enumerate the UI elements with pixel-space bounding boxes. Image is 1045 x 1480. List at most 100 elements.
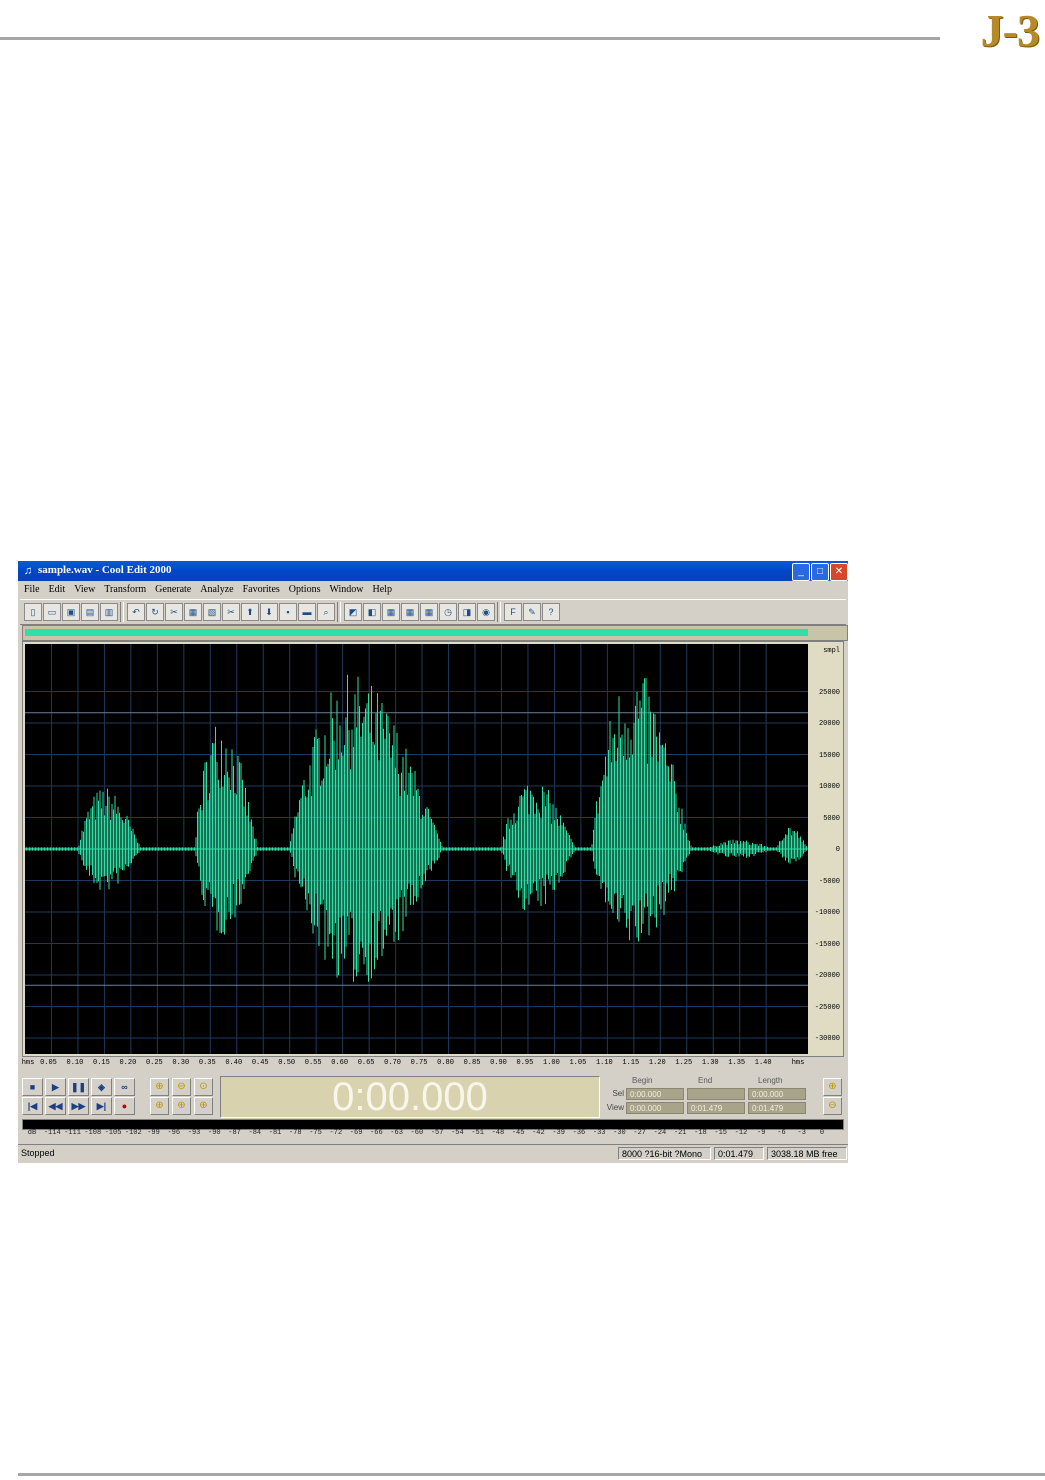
open-file-icon[interactable]: ▭: [43, 603, 61, 621]
go-to-start-button[interactable]: |◀: [22, 1097, 43, 1115]
pause-button[interactable]: ❚❚: [68, 1078, 89, 1096]
close-file-icon[interactable]: ▥: [100, 603, 118, 621]
menu-bar: File Edit View Transform Generate Analyze Favo…: [18, 581, 848, 598]
help-icon[interactable]: ?: [542, 603, 560, 621]
save-all-icon[interactable]: ▤: [81, 603, 99, 621]
status-state: Stopped: [21, 1148, 55, 1158]
save-icon[interactable]: ▣: [62, 603, 80, 621]
meter-scale-label: -42: [532, 1129, 545, 1137]
sel-length-field[interactable]: 0:00.000: [748, 1088, 806, 1100]
view-end-field[interactable]: 0:01.479: [687, 1102, 745, 1114]
end-header: End: [698, 1076, 713, 1085]
close-button[interactable]: ✕: [830, 563, 848, 581]
copy-icon[interactable]: ▦: [184, 603, 202, 621]
menu-transform[interactable]: Transform: [104, 584, 146, 595]
zoom-out-horizontal-button[interactable]: ⊖: [172, 1078, 191, 1096]
grid2-icon[interactable]: ▦: [401, 603, 419, 621]
minimize-button[interactable]: _: [792, 563, 810, 581]
grid3-icon[interactable]: ▦: [420, 603, 438, 621]
amplitude-tick-label: 10000: [818, 783, 840, 791]
rewind-button[interactable]: ◀◀: [45, 1097, 66, 1115]
paste-icon[interactable]: ▧: [203, 603, 221, 621]
zoom-right-button[interactable]: ⊕: [172, 1097, 191, 1115]
stop-button[interactable]: ■: [22, 1078, 43, 1096]
meter-scale-label: -33: [592, 1129, 606, 1137]
view-begin-field[interactable]: 0:00.000: [626, 1102, 684, 1114]
zoom-controls: ⊕ ⊖ ⊙ ⊕ ⊕ ⊕: [148, 1076, 218, 1116]
menu-options[interactable]: Options: [289, 584, 321, 595]
menu-edit[interactable]: Edit: [49, 584, 66, 595]
doc-icon[interactable]: ◨: [458, 603, 476, 621]
envelope-icon[interactable]: ◧: [363, 603, 381, 621]
time-tick-label: 0.10: [66, 1059, 84, 1067]
time-ruler[interactable]: hms 0.05 0.10 0.15 0.20 0.25 0.30 0.35 0.40 0.45 0…: [20, 1058, 840, 1072]
view-row-label: View: [606, 1103, 624, 1112]
meter-scale-label: -18: [694, 1129, 707, 1137]
cd-icon[interactable]: ◉: [477, 603, 495, 621]
play-button[interactable]: ▶: [45, 1078, 66, 1096]
time-tick-label: 1.15: [622, 1059, 640, 1067]
spectral-view-icon[interactable]: ◩: [344, 603, 362, 621]
record-button[interactable]: ●: [114, 1097, 135, 1115]
meter-scale-label: -108: [84, 1129, 102, 1137]
zoom-out-vertical-button[interactable]: ⊖: [823, 1097, 842, 1115]
sample-icon[interactable]: ▬: [298, 603, 316, 621]
toolbar-separator: [120, 602, 124, 622]
zoom-selection-button[interactable]: ⊕: [194, 1097, 213, 1115]
insert-cue-icon[interactable]: ⬇: [260, 603, 278, 621]
current-time: 0:00.000: [332, 1075, 488, 1119]
meter-scale-label: -21: [673, 1129, 687, 1137]
amplitude-tick-label: -10000: [814, 909, 840, 917]
menu-help[interactable]: Help: [373, 584, 392, 595]
fast-forward-button[interactable]: ▶▶: [68, 1097, 89, 1115]
menu-generate[interactable]: Generate: [155, 584, 191, 595]
meter-scale-label: -114: [43, 1129, 61, 1137]
app-icon[interactable]: ♫: [21, 564, 35, 578]
cut-mark-icon[interactable]: ✂: [165, 603, 183, 621]
time-tick-label: 1.00: [543, 1059, 560, 1067]
new-file-icon[interactable]: ▯: [24, 603, 42, 621]
repeat-icon[interactable]: ↻: [146, 603, 164, 621]
save-selection-icon[interactable]: ▪: [279, 603, 297, 621]
go-to-end-button[interactable]: ▶|: [91, 1097, 112, 1115]
time-tick-label: 1.40: [754, 1059, 772, 1067]
zoom-full-button[interactable]: ⊙: [194, 1078, 213, 1096]
menu-favorites[interactable]: Favorites: [243, 584, 280, 595]
loop-button[interactable]: ∞: [114, 1078, 135, 1096]
undo-icon[interactable]: ↶: [127, 603, 145, 621]
sel-end-field[interactable]: [687, 1088, 745, 1100]
info-icon[interactable]: ◷: [439, 603, 457, 621]
overview-range-bar[interactable]: [25, 629, 808, 636]
grid-icon[interactable]: ▦: [382, 603, 400, 621]
menu-view[interactable]: View: [74, 584, 95, 595]
title-bar[interactable]: ♫ sample.wav - Cool Edit 2000 _ □ ✕: [18, 561, 848, 581]
time-tick-label: 0.05: [40, 1059, 57, 1067]
meter-scale-label: -60: [410, 1129, 424, 1137]
view-length-field[interactable]: 0:01.479: [748, 1102, 806, 1114]
mix-paste-icon[interactable]: ⬆: [241, 603, 259, 621]
zoom-left-button[interactable]: ⊕: [150, 1097, 169, 1115]
menu-window[interactable]: Window: [329, 584, 363, 595]
script-icon[interactable]: ✎: [523, 603, 541, 621]
play-to-end-button[interactable]: ◈: [91, 1078, 112, 1096]
zoom-in-horizontal-button[interactable]: ⊕: [150, 1078, 169, 1096]
menu-file[interactable]: File: [24, 584, 40, 595]
trim-icon[interactable]: ✂: [222, 603, 240, 621]
maximize-button[interactable]: □: [811, 563, 829, 581]
overview-panel[interactable]: [22, 625, 848, 641]
level-meter-scale: dB -114 -111 -108 -105 -102 -99 -96 -93 -90 -87 -84…: [22, 1129, 842, 1141]
meter-scale-label: -36: [572, 1129, 586, 1137]
amplitude-tick-label: 20000: [818, 720, 840, 728]
menu-analyze[interactable]: Analyze: [200, 584, 233, 595]
find-icon[interactable]: ⌕: [317, 603, 335, 621]
meter-scale-label: -111: [64, 1129, 81, 1137]
waveform-panel[interactable]: smpl 25000 20000 15000 10000 5000 0 -5000 -1000…: [22, 641, 844, 1057]
meter-scale-label: -9: [757, 1129, 766, 1137]
sel-begin-field[interactable]: 0:00.000: [626, 1088, 684, 1100]
status-format[interactable]: 8000 ?16-bit ?Mono: [618, 1147, 711, 1160]
waveform-display[interactable]: [25, 644, 808, 1054]
meter-scale-label: -66: [370, 1129, 383, 1137]
meter-scale-label: -30: [613, 1129, 626, 1137]
zoom-in-vertical-button[interactable]: ⊕: [823, 1078, 842, 1096]
favorites-icon[interactable]: F: [504, 603, 522, 621]
